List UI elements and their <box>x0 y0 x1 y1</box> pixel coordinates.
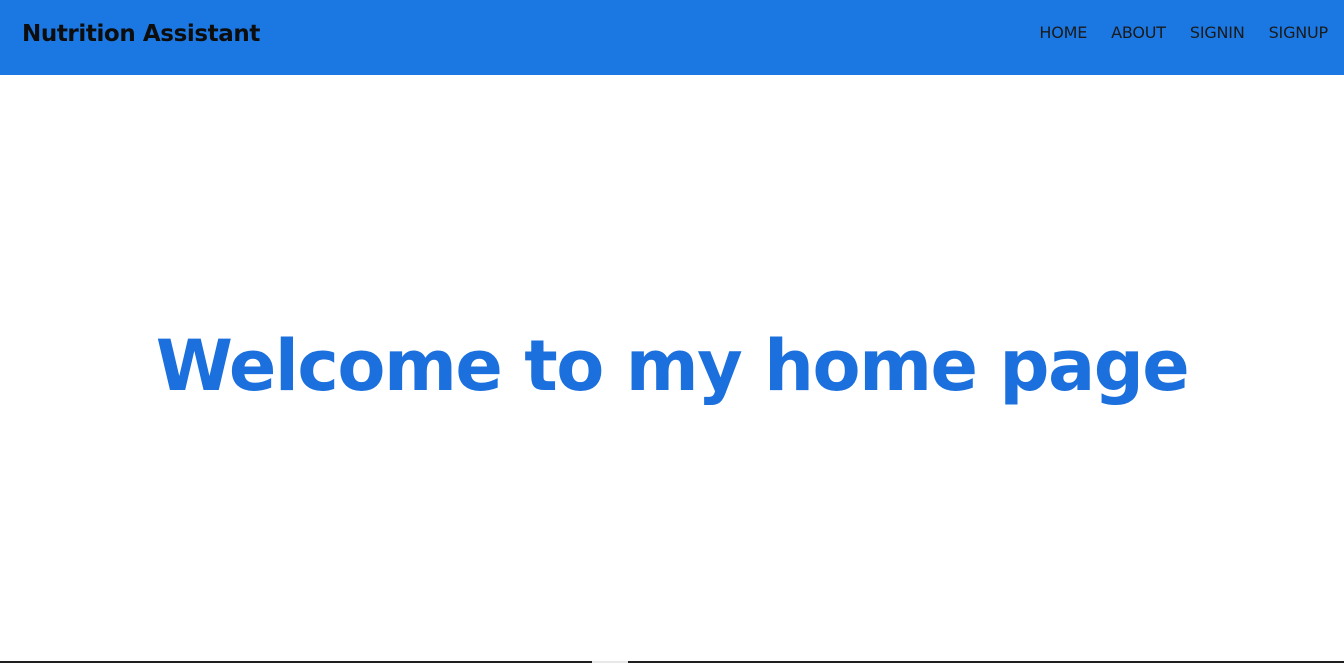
navbar: Nutrition Assistant HOME ABOUT SIGNIN SI… <box>0 0 1344 75</box>
hero-section: Welcome to my home page <box>0 75 1344 661</box>
nav-link-signin[interactable]: SIGNIN <box>1190 22 1245 44</box>
nav-link-signup[interactable]: SIGNUP <box>1269 22 1329 44</box>
brand-logo-text[interactable]: Nutrition Assistant <box>22 20 260 48</box>
nav-links: HOME ABOUT SIGNIN SIGNUP <box>1039 22 1328 44</box>
hero-title: Welcome to my home page <box>155 325 1190 407</box>
nav-link-home[interactable]: HOME <box>1039 22 1087 44</box>
nav-link-about[interactable]: ABOUT <box>1111 22 1166 44</box>
page: Nutrition Assistant HOME ABOUT SIGNIN SI… <box>0 0 1344 663</box>
